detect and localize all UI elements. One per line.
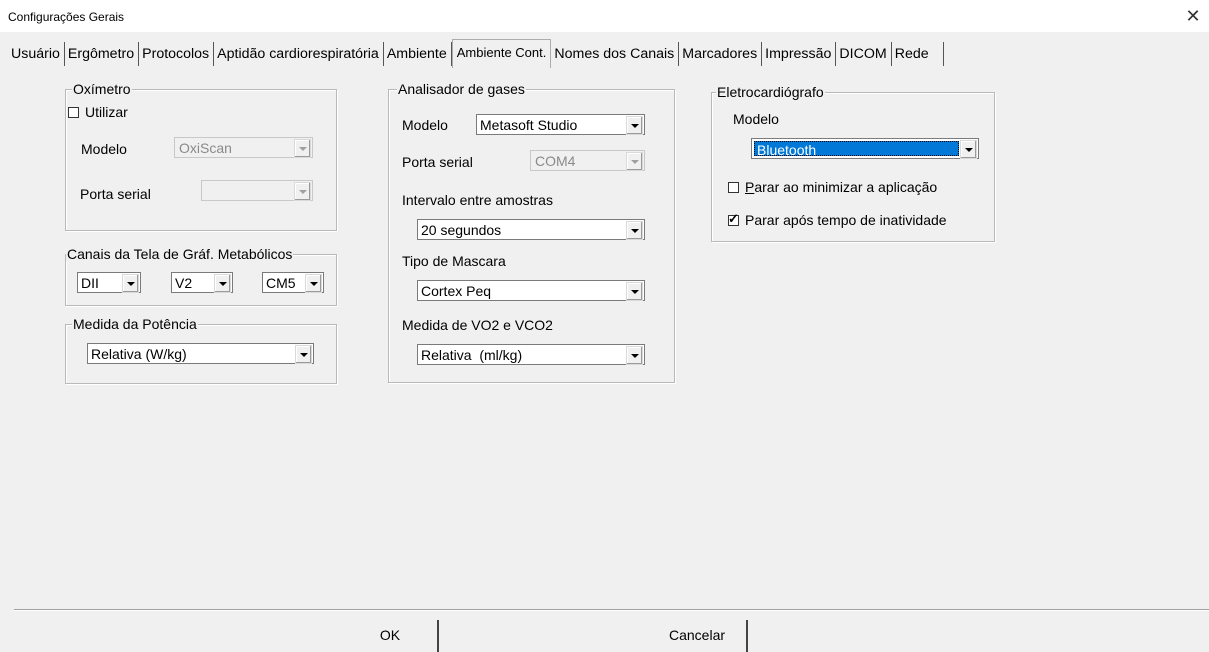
oximetro-modelo-label: Modelo bbox=[81, 141, 127, 157]
ecg-modelo-select[interactable]: Bluetooth bbox=[751, 138, 979, 159]
tab-rede[interactable]: Rede bbox=[892, 42, 944, 66]
chevron-down-icon bbox=[626, 346, 643, 365]
oximetro-porta-label: Porta serial bbox=[80, 186, 151, 202]
canal-1-select[interactable]: DII bbox=[77, 272, 141, 293]
canal-3-select[interactable]: CM5 bbox=[262, 272, 324, 293]
chevron-down-icon bbox=[294, 139, 311, 158]
tab-protocolos[interactable]: Protocolos bbox=[139, 42, 215, 66]
canais-title: Canais da Tela de Gráf. Metabólicos bbox=[66, 246, 294, 262]
oximetro-modelo-select[interactable]: OxiScan bbox=[174, 137, 313, 158]
chevron-down-icon bbox=[295, 345, 312, 364]
potencia-select[interactable]: Relativa (W/kg) bbox=[87, 343, 314, 364]
gases-title: Analisador de gases bbox=[397, 81, 526, 97]
gases-porta-select[interactable]: COM4 bbox=[530, 150, 645, 171]
chevron-down-icon bbox=[626, 116, 643, 135]
cancel-button[interactable]: Cancelar bbox=[648, 620, 748, 652]
mascara-label: Tipo de Mascara bbox=[402, 253, 506, 269]
chevron-down-icon bbox=[294, 182, 311, 201]
ecg-title: Eletrocardiógrafo bbox=[716, 84, 825, 100]
gases-modelo-label: Modelo bbox=[402, 117, 448, 133]
parar-minimizar-checkbox[interactable] bbox=[728, 182, 739, 193]
chevron-down-icon bbox=[626, 221, 643, 240]
utilizar-label: Utilizar bbox=[85, 104, 128, 120]
chevron-down-icon bbox=[122, 274, 139, 293]
close-icon[interactable]: ✕ bbox=[1183, 6, 1203, 26]
tab-nomes-canais[interactable]: Nomes dos Canais bbox=[551, 42, 680, 66]
vo2-select[interactable]: Relativa (ml/kg) bbox=[417, 344, 645, 365]
mascara-select[interactable]: Cortex Peq bbox=[417, 280, 645, 301]
tab-ergometro[interactable]: Ergômetro bbox=[65, 42, 140, 66]
tab-ambiente[interactable]: Ambiente bbox=[384, 42, 452, 66]
parar-minimizar-label: Parar ao minimizar a aplicação bbox=[745, 179, 938, 195]
chevron-down-icon bbox=[960, 140, 977, 159]
tab-bar: Usuário Ergômetro Protocolos Aptidão cardio… bbox=[8, 39, 944, 68]
potencia-title: Medida da Potência bbox=[72, 316, 198, 332]
title-bar bbox=[0, 0, 1209, 32]
vo2-label: Medida de VO2 e VCO2 bbox=[402, 317, 553, 333]
tab-usuario[interactable]: Usuário bbox=[8, 42, 65, 66]
gases-porta-label: Porta serial bbox=[402, 154, 473, 170]
tab-marcadores[interactable]: Marcadores bbox=[679, 42, 763, 66]
selection-highlight: Bluetooth bbox=[754, 141, 959, 158]
intervalo-select[interactable]: 20 segundos bbox=[417, 219, 645, 240]
parar-inatividade-checkbox[interactable] bbox=[728, 211, 739, 227]
tab-impressao[interactable]: Impressão bbox=[762, 42, 837, 66]
chevron-down-icon bbox=[626, 152, 643, 171]
tab-aptidao[interactable]: Aptidão cardiorespiratória bbox=[214, 42, 384, 66]
chevron-down-icon bbox=[626, 282, 643, 301]
utilizar-checkbox[interactable] bbox=[68, 107, 79, 118]
oximetro-title: Oxímetro bbox=[72, 81, 132, 97]
chevron-down-icon bbox=[214, 274, 231, 293]
tab-ambiente-cont[interactable]: Ambiente Cont. bbox=[451, 39, 552, 68]
gases-modelo-select[interactable]: Metasoft Studio bbox=[476, 114, 645, 135]
window-title: Configurações Gerais bbox=[8, 10, 125, 24]
parar-inatividade-label: Parar após tempo de inatividade bbox=[745, 212, 947, 228]
oximetro-porta-select[interactable] bbox=[201, 180, 313, 201]
intervalo-label: Intervalo entre amostras bbox=[402, 192, 553, 208]
ok-button[interactable]: OK bbox=[343, 620, 439, 652]
canal-2-select[interactable]: V2 bbox=[171, 272, 233, 293]
chevron-down-icon bbox=[305, 274, 322, 293]
ecg-modelo-label: Modelo bbox=[733, 111, 779, 127]
tab-dicom[interactable]: DICOM bbox=[836, 42, 892, 66]
